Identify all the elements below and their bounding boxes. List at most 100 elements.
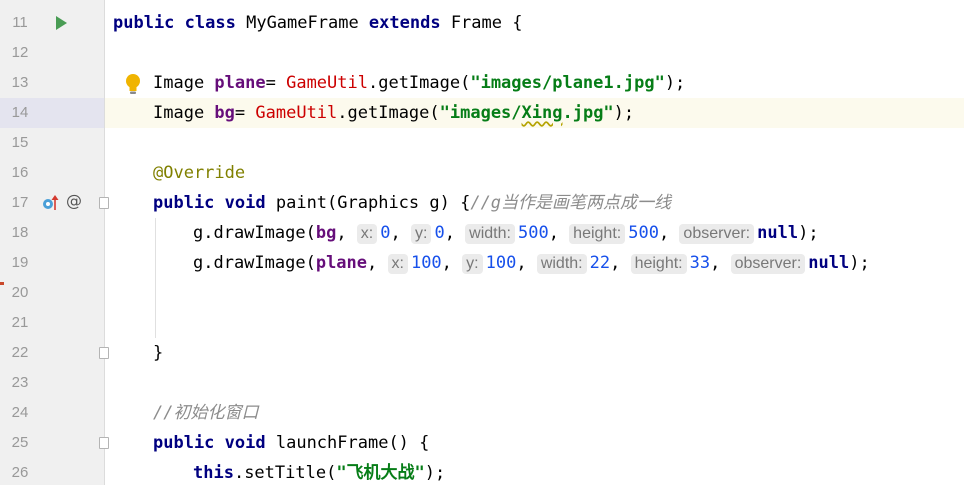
code-cell[interactable] [105, 278, 964, 308]
code-token: paint(Graphics g) { [265, 193, 471, 213]
gutter-cell[interactable]: 19 [0, 248, 104, 278]
gutter-cell[interactable]: 21 [0, 308, 104, 338]
code-row[interactable]: 15 [0, 128, 964, 158]
code-token: , [710, 253, 731, 273]
code-token: ); [424, 463, 446, 483]
code-row[interactable]: 25 public void launchFrame() { [0, 428, 964, 458]
code-text[interactable]: Image bg= GameUtil.getImage("images/Xing… [153, 102, 634, 124]
code-token: Xing [521, 103, 563, 123]
gutter-cell[interactable]: 11 [0, 8, 104, 38]
code-row[interactable]: 16 @Override [0, 158, 964, 188]
code-token: Image [153, 103, 215, 123]
fold-icon[interactable] [99, 197, 109, 209]
code-token: Image [153, 73, 215, 93]
line-number: 14 [11, 104, 29, 121]
parameter-hint: observer: [679, 224, 755, 244]
code-token: //初始化窗口 [153, 403, 259, 423]
code-token: void [224, 193, 266, 213]
code-token: launchFrame() { [265, 433, 430, 453]
code-token: g.drawImage( [193, 253, 316, 273]
fold-icon[interactable] [99, 347, 109, 359]
code-row[interactable]: 18 g.drawImage(bg, x: 0, y: 0, width: 500, h… [0, 218, 964, 248]
override-icon[interactable] [42, 194, 60, 212]
gutter-cell[interactable]: 14 [0, 98, 104, 128]
code-row[interactable]: 14 Image bg= GameUtil.getImage("images/Xi… [0, 98, 964, 128]
code-cell[interactable] [105, 308, 964, 338]
code-token: 22 [589, 253, 611, 273]
code-token: plane [315, 253, 368, 273]
code-token: this [193, 463, 234, 483]
code-text[interactable]: @Override [153, 162, 245, 184]
run-icon[interactable] [56, 16, 67, 30]
code-row[interactable]: 22} [0, 338, 964, 368]
code-text[interactable]: public class MyGameFrame extends Frame { [113, 12, 522, 34]
code-cell[interactable] [105, 38, 964, 68]
code-row[interactable]: 26 this.setTitle("飞机大战"); [0, 458, 964, 488]
code-token: "images/ [439, 103, 522, 123]
gutter-cell[interactable]: 16 [0, 158, 104, 188]
line-number: 19 [11, 254, 29, 271]
code-token: ); [849, 253, 870, 273]
code-row[interactable]: 13 Image plane= GameUtil.getImage("images… [0, 68, 964, 98]
code-token: , [548, 223, 570, 243]
code-token: public [113, 13, 175, 33]
fold-icon[interactable] [99, 437, 109, 449]
code-cell[interactable] [105, 368, 964, 398]
indent-guide [155, 218, 156, 338]
code-token: ); [613, 103, 635, 123]
code-token: g.drawImage( [193, 223, 316, 243]
annotation-icon[interactable]: @ [66, 191, 82, 210]
code-token: null [757, 223, 799, 243]
gutter-cell[interactable]: 18 [0, 218, 104, 248]
gutter-cell[interactable]: 23 [0, 368, 104, 398]
code-text[interactable]: } [153, 342, 163, 364]
line-number: 17 [11, 194, 29, 211]
code-token: bg [214, 103, 235, 123]
code-row[interactable]: 12 [0, 38, 964, 68]
line-number: 20 [11, 284, 29, 301]
lightbulb-icon[interactable] [125, 73, 141, 95]
line-number: 13 [11, 74, 29, 91]
line-number: 15 [11, 134, 29, 151]
code-text[interactable]: this.setTitle("飞机大战"); [193, 462, 445, 484]
code-token: ); [664, 73, 686, 93]
code-row[interactable]: 24 //初始化窗口 [0, 398, 964, 428]
code-row[interactable]: 17 public void paint(Graphics g) {//g当作是画… [0, 188, 964, 218]
code-row[interactable]: 23 [0, 368, 964, 398]
parameter-hint: height: [569, 224, 626, 244]
parameter-hint: y: [462, 254, 483, 274]
gutter-cell[interactable]: 25 [0, 428, 104, 458]
code-text[interactable]: Image plane= GameUtil.getImage("images/p… [153, 72, 685, 94]
code-row[interactable]: 21 [0, 308, 964, 338]
code-token: = [265, 73, 287, 93]
code-row[interactable]: 11 public class MyGameFrame extends Frame… [0, 8, 964, 38]
code-token: 100 [485, 253, 517, 273]
code-text[interactable]: g.drawImage(plane, x: 100, y: 100, width: 2… [193, 252, 870, 274]
parameter-hint: width: [465, 224, 515, 244]
gutter-cell[interactable]: 20 [0, 278, 104, 308]
code-text[interactable]: public void paint(Graphics g) {//g当作是画笔两… [153, 192, 671, 214]
code-row[interactable]: 20 [0, 278, 964, 308]
code-token: @Override [153, 163, 246, 183]
code-text[interactable]: g.drawImage(bg, x: 0, y: 0, width: 500, hei… [193, 222, 819, 244]
code-cell[interactable] [105, 338, 964, 368]
parameter-hint: x: [356, 224, 378, 244]
gutter-cell[interactable]: 13 [0, 68, 104, 98]
line-number: 22 [11, 344, 29, 361]
parameter-hint: y: [410, 224, 432, 244]
code-cell[interactable] [105, 128, 964, 158]
gutter-cell[interactable]: 15 [0, 128, 104, 158]
code-token: //g当作是画笔两点成一线 [470, 193, 672, 213]
code-text[interactable]: //初始化窗口 [153, 402, 258, 424]
gutter-cell[interactable]: 24 [0, 398, 104, 428]
code-token: , [336, 223, 357, 243]
gutter-cell[interactable]: 22 [0, 338, 104, 368]
gutter-cell[interactable]: 26 [0, 458, 104, 488]
code-token: extends [368, 13, 441, 33]
code-row[interactable]: 19 g.drawImage(plane, x: 100, y: 100, width… [0, 248, 964, 278]
code-token: , [658, 223, 680, 243]
code-token: .getImage( [367, 73, 471, 93]
code-text[interactable]: public void launchFrame() { [153, 432, 429, 454]
gutter-cell[interactable]: 12 [0, 38, 104, 68]
